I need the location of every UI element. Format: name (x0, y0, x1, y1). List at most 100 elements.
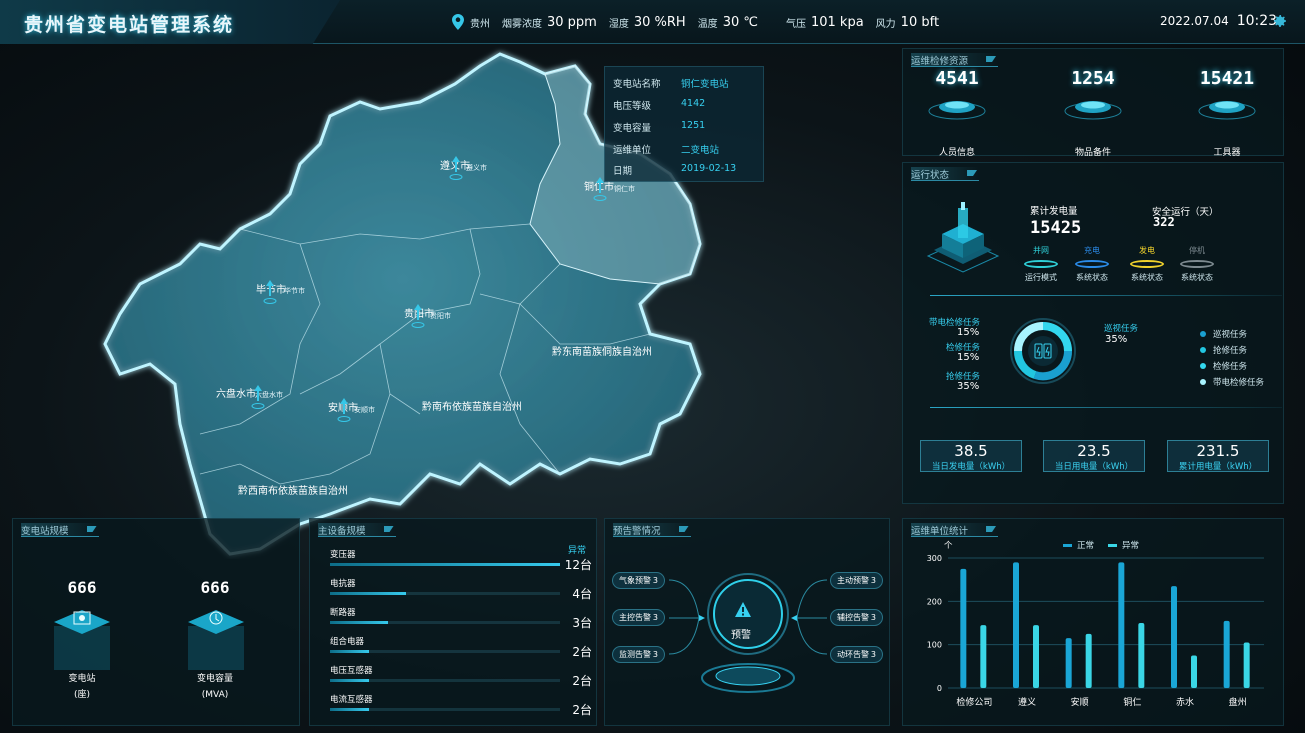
bar-normal[interactable] (1065, 638, 1072, 688)
resource-tools[interactable]: 15421 工具器 (1182, 68, 1272, 158)
task-donut[interactable] (997, 316, 1089, 386)
bar-abnormal[interactable] (980, 625, 987, 688)
resource-label: 工具器 (1213, 148, 1241, 158)
province-map[interactable]: 遵义市 铜仁市 毕节市 贵阳市 黔东南苗族侗族自治州 六盘水市 安顺市 黔南布依… (0, 44, 900, 559)
mode-stopped[interactable]: 停机 系统状态 (1172, 245, 1222, 283)
capacity-pedestal-icon (188, 610, 244, 670)
region-small-label: 安顺市 (354, 405, 375, 414)
task-label: 巡视任务 (1104, 324, 1139, 334)
scale-unit: (MVA) (201, 690, 229, 700)
legend-item: 巡视任务 (1200, 328, 1247, 340)
x-tick-label: 检修公司 (956, 696, 992, 708)
humidity-label: 湿度 (608, 18, 629, 30)
scale-label: 变电容量 (196, 674, 233, 684)
equipment-bar (330, 650, 560, 653)
smoke-value: 30 ppm (547, 14, 597, 30)
y-tick-label: 0 (937, 684, 942, 693)
resource-label: 人员信息 (938, 148, 975, 158)
mode-grid[interactable]: 并网 运行模式 (1016, 245, 1066, 283)
location-text: 贵州 (470, 18, 490, 30)
divider (930, 407, 1282, 408)
abnormal-label: 异常 (568, 546, 587, 556)
equipment-name: 组合电器 (330, 637, 365, 647)
kpi-total-consumption: 231.5 累计用电量（kWh） (1167, 440, 1269, 472)
temp-label: 温度 (697, 18, 718, 30)
equipment-bar-fill (330, 621, 388, 624)
x-tick-label: 赤水 (1176, 696, 1194, 708)
pedestal-icon (1198, 101, 1256, 120)
date-text: 2022.07.04 (1160, 14, 1229, 28)
alert-active[interactable]: 主动预警 3 (830, 572, 883, 589)
equipment-bar (330, 679, 560, 682)
bar-normal[interactable] (1171, 586, 1177, 688)
equipment-name: 变压器 (330, 550, 356, 560)
resource-value: 1254 (1071, 68, 1115, 89)
legend-item: 检修任务 (1200, 360, 1247, 372)
scale-unit: (座) (73, 690, 91, 700)
smoke-label: 烟雾浓度 (502, 18, 542, 30)
x-tick-label: 安顺 (1071, 696, 1089, 708)
bar-normal[interactable] (960, 568, 967, 688)
pressure-value: 101 kpa (810, 14, 864, 30)
y-tick-label: 100 (927, 641, 942, 650)
alert-center-label: 预警 (731, 630, 751, 641)
bar-normal[interactable] (1118, 562, 1125, 688)
equipment-bar-fill (330, 650, 370, 653)
alert-env[interactable]: 动环告警 3 (830, 646, 883, 663)
region-label[interactable]: 黔东南苗族侗族自治州 (552, 345, 652, 358)
task-percent: 35% (1105, 334, 1128, 345)
resource-value: 4541 (935, 68, 979, 89)
alert-main-control[interactable]: 主控告警 3 (612, 609, 665, 626)
bar-normal[interactable] (1223, 620, 1230, 688)
equipment-bar-fill (330, 708, 370, 711)
region-label[interactable]: 六盘水市 (216, 387, 256, 400)
region-small-label: 铜仁市 (614, 184, 635, 193)
region-small-label: 六盘水市 (255, 390, 283, 399)
resource-staff[interactable]: 4541 人员信息 (912, 68, 1002, 158)
alert-aux-control[interactable]: 辅控告警 3 (830, 609, 883, 626)
scale-value: 666 (200, 578, 230, 597)
bar-abnormal[interactable] (1138, 623, 1145, 688)
info-row: 变电站名称 铜仁变电站 (613, 79, 729, 90)
region-label[interactable]: 黔南布依族苗族自治州 (422, 400, 522, 413)
warning-icon[interactable] (734, 601, 752, 619)
total-generation-label: 累计发电量 (1030, 206, 1078, 217)
ops-bar-chart[interactable]: 0 100 200 300 检修公司 遵义 安顺 铜仁 赤水 盘州 (904, 550, 1280, 716)
temp-value: 30 ℃ (722, 14, 758, 30)
humidity-value: 30 %RH (633, 14, 686, 30)
pedestal-icon (928, 101, 986, 120)
equipment-bar-fill (330, 563, 560, 566)
task-percent: 15% (957, 327, 980, 338)
bar-abnormal[interactable] (1033, 625, 1039, 688)
equipment-name: 断路器 (330, 608, 356, 618)
alert-monitor[interactable]: 监测告警 3 (612, 646, 665, 663)
x-tick-label: 盘州 (1229, 696, 1247, 708)
info-row: 电压等级 4142 (613, 98, 706, 112)
weather-strip: 贵州 烟雾浓度 30 ppm 湿度 30 %RH 温度 30 ℃ 气压 101 … (452, 12, 951, 32)
mode-generating[interactable]: 发电 系统状态 (1122, 245, 1172, 283)
bar-normal[interactable] (1013, 562, 1019, 688)
equipment-bar (330, 563, 560, 566)
location-pin-icon (452, 14, 464, 30)
gear-icon[interactable] (1272, 13, 1288, 29)
panel-title: 变电站规模 (21, 523, 99, 537)
info-row: 日期 2019-02-13 (613, 163, 737, 177)
alert-weather[interactable]: 气象预警 3 (612, 572, 665, 589)
resource-parts[interactable]: 1254 物品备件 (1048, 68, 1138, 158)
mode-charging[interactable]: 充电 系统状态 (1067, 245, 1117, 283)
bar-abnormal[interactable] (1191, 655, 1197, 689)
equipment-name: 电抗器 (330, 579, 356, 589)
region-label[interactable]: 黔西南布依族苗族自治州 (238, 484, 348, 497)
station-info-card: 变电站名称 铜仁变电站 电压等级 4142 变电容量 1251 运维单位 二变电站 日期… (604, 66, 764, 182)
equipment-bar (330, 708, 560, 711)
kpi-today-generation: 38.5 当日发电量（kWh） (920, 440, 1022, 472)
panel-title: 预告警情况 (613, 523, 691, 537)
bar-abnormal[interactable] (1243, 642, 1250, 689)
bar-abnormal[interactable] (1085, 633, 1092, 688)
y-tick-label: 200 (927, 597, 942, 606)
clock: 2022.07.04 10:23 (1160, 13, 1277, 29)
pedestal-icon (1064, 101, 1122, 120)
wind-value: 10 bft (900, 14, 940, 30)
pressure-label: 气压 (785, 18, 806, 30)
x-tick-label: 铜仁 (1123, 696, 1141, 708)
